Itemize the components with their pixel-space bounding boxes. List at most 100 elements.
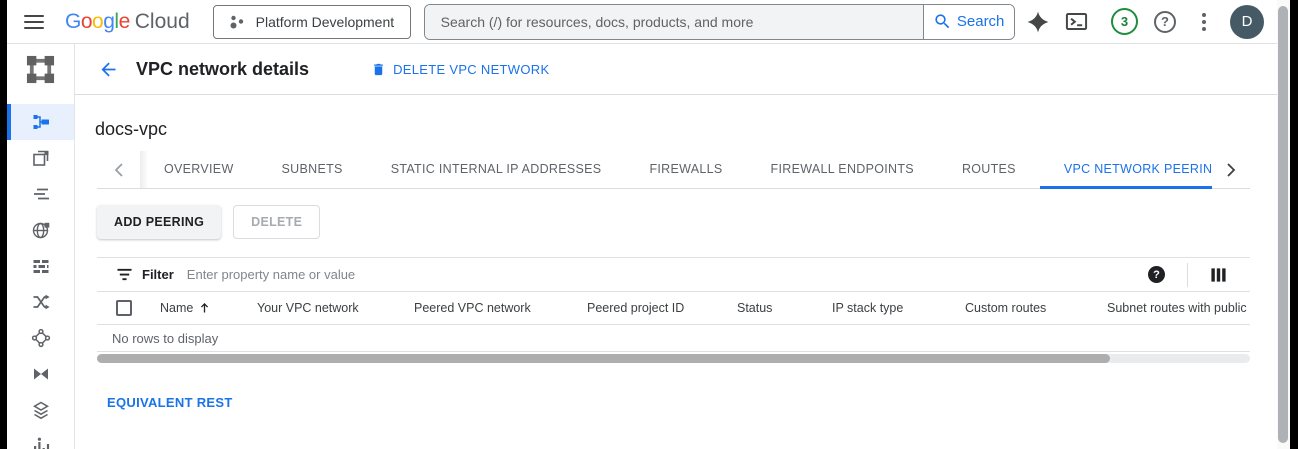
- gemini-icon[interactable]: [1026, 10, 1050, 34]
- search-icon: [933, 12, 952, 31]
- ip-addresses-icon: [31, 148, 51, 168]
- column-header-name[interactable]: Name: [160, 301, 257, 315]
- left-edge-strip: [0, 0, 7, 449]
- empty-message: No rows to display: [112, 331, 218, 346]
- logo-letter: G: [65, 10, 81, 34]
- project-icon: [228, 13, 246, 31]
- cloud-shell-icon[interactable]: [1064, 9, 1089, 34]
- filter-row: Filter ?: [97, 257, 1250, 292]
- search-button[interactable]: Search: [923, 5, 1014, 39]
- tab-static-internal-ip-addresses[interactable]: STATIC INTERNAL IP ADDRESSES: [367, 151, 626, 189]
- tab-overview[interactable]: OVERVIEW: [140, 151, 258, 189]
- column-header-peered-vpc-network[interactable]: Peered VPC network: [414, 301, 587, 315]
- tab-routes[interactable]: ROUTES: [938, 151, 1040, 189]
- tabs-scroll-right-button[interactable]: [1212, 151, 1250, 188]
- vpc-network-peering-icon: [31, 328, 51, 348]
- back-arrow-icon: [98, 59, 119, 80]
- filter-icon: [116, 267, 133, 282]
- avatar-initial: D: [1242, 13, 1253, 30]
- column-header-your-vpc-network[interactable]: Your VPC network: [257, 301, 414, 315]
- sidebar-item-shared-vpc[interactable]: [7, 356, 74, 392]
- delete-vpc-network-button[interactable]: DELETE VPC NETWORK: [371, 61, 549, 78]
- sidebar-item-firewall[interactable]: [7, 248, 74, 284]
- sidebar-item-vpc-network-peering[interactable]: [7, 320, 74, 356]
- peering-table-card: Filter ? Nam: [97, 257, 1250, 412]
- filter-divider: [1187, 263, 1188, 287]
- column-label: Name: [160, 301, 193, 315]
- vertical-scrollbar: [1277, 0, 1290, 449]
- logo-letter: e: [119, 10, 130, 34]
- sidebar-item-bring-your-own-ip[interactable]: [7, 176, 74, 212]
- firewall-icon: [31, 256, 51, 276]
- top-app-bar: Google Cloud Platform Development Search: [7, 0, 1290, 44]
- project-selector-button[interactable]: Platform Development: [213, 5, 411, 39]
- column-header-subnet-routes[interactable]: Subnet routes with public IPv4: [1107, 301, 1250, 315]
- page-title: VPC network details: [136, 59, 309, 80]
- search-button-label: Search: [957, 13, 1005, 30]
- tab-firewalls[interactable]: FIREWALLS: [625, 151, 746, 189]
- column-header-ip-stack-type[interactable]: IP stack type: [832, 301, 965, 315]
- horizontal-scrollbar: [97, 354, 1250, 363]
- main-content: docs-vpc OVERVIEW SUBNETS STATIC INTERNA…: [75, 95, 1290, 449]
- logo-letter: g: [103, 10, 114, 34]
- logo-letter: o: [92, 10, 103, 34]
- filter-input[interactable]: [187, 267, 1148, 282]
- sidebar-item-vpc-networks[interactable]: [7, 104, 74, 140]
- select-all-checkbox[interactable]: [116, 300, 132, 316]
- notification-count: 3: [1121, 14, 1128, 29]
- menu-icon[interactable]: [24, 15, 44, 29]
- sidebar-item-ip-addresses[interactable]: [7, 140, 74, 176]
- tab-subnets[interactable]: SUBNETS: [258, 151, 367, 189]
- serverless-vpc-access-icon: [31, 400, 51, 420]
- project-name: Platform Development: [256, 14, 395, 30]
- filter-label: Filter: [142, 267, 174, 282]
- sidebar-item-packet-mirroring[interactable]: [7, 428, 74, 449]
- column-display-options-icon[interactable]: [1210, 267, 1227, 283]
- add-peering-button[interactable]: ADD PEERING: [97, 205, 221, 239]
- internal-ranges-icon: [31, 220, 51, 240]
- vpc-sidebar-nav: [7, 95, 75, 449]
- global-search: Search: [424, 4, 1015, 40]
- tabs-left-fade: [140, 151, 148, 188]
- more-vert-icon[interactable]: [1194, 11, 1214, 33]
- chevron-right-icon: [1227, 163, 1236, 177]
- network-name: docs-vpc: [95, 119, 167, 140]
- peering-actions: ADD PEERING DELETE: [97, 205, 320, 239]
- sidebar-item-routes[interactable]: [7, 284, 74, 320]
- header-checkbox-cell: [97, 300, 160, 316]
- notifications-badge[interactable]: 3: [1111, 8, 1138, 35]
- page-header: VPC network details DELETE VPC NETWORK: [7, 44, 1290, 95]
- gcp-console-window: Google Cloud Platform Development Search: [0, 0, 1298, 449]
- shared-vpc-icon: [31, 364, 51, 384]
- help-glyph: ?: [1161, 14, 1169, 29]
- table-empty-row: No rows to display: [97, 325, 1250, 352]
- horizontal-scrollbar-thumb[interactable]: [97, 354, 1110, 363]
- chevron-left-icon: [114, 163, 123, 177]
- google-cloud-logo[interactable]: Google Cloud: [65, 10, 190, 34]
- avatar[interactable]: D: [1230, 5, 1264, 39]
- routes-icon: [31, 292, 51, 312]
- topbar-icon-group: 3 ? D: [1026, 5, 1264, 39]
- tabs-viewport: OVERVIEW SUBNETS STATIC INTERNAL IP ADDR…: [140, 151, 1212, 189]
- help-icon[interactable]: ?: [1154, 11, 1176, 33]
- filter-help-icon[interactable]: ?: [1148, 266, 1165, 283]
- sidebar-item-internal-ranges[interactable]: [7, 212, 74, 248]
- column-header-custom-routes[interactable]: Custom routes: [965, 301, 1107, 315]
- search-input[interactable]: [425, 5, 923, 39]
- tab-firewall-endpoints[interactable]: FIREWALL ENDPOINTS: [747, 151, 938, 189]
- bring-your-own-ip-icon: [31, 184, 51, 204]
- tab-strip: OVERVIEW SUBNETS STATIC INTERNAL IP ADDR…: [97, 151, 1250, 189]
- vpc-product-icon-box: [7, 44, 75, 95]
- vpc-networks-icon: [31, 112, 51, 132]
- vpc-network-product-icon: [24, 53, 57, 86]
- back-button[interactable]: [98, 59, 119, 80]
- column-header-peered-project-id[interactable]: Peered project ID: [587, 301, 737, 315]
- vertical-scrollbar-thumb[interactable]: [1278, 6, 1288, 443]
- delete-peering-button[interactable]: DELETE: [233, 205, 320, 239]
- sidebar-item-serverless-vpc-access[interactable]: [7, 392, 74, 428]
- column-header-status[interactable]: Status: [737, 301, 832, 315]
- tab-vpc-network-peering[interactable]: VPC NETWORK PEERING: [1040, 151, 1212, 189]
- tabs-scroll-left-button[interactable]: [97, 151, 140, 188]
- delete-vpc-network-label: DELETE VPC NETWORK: [393, 62, 549, 77]
- equivalent-rest-link[interactable]: EQUIVALENT REST: [107, 395, 233, 410]
